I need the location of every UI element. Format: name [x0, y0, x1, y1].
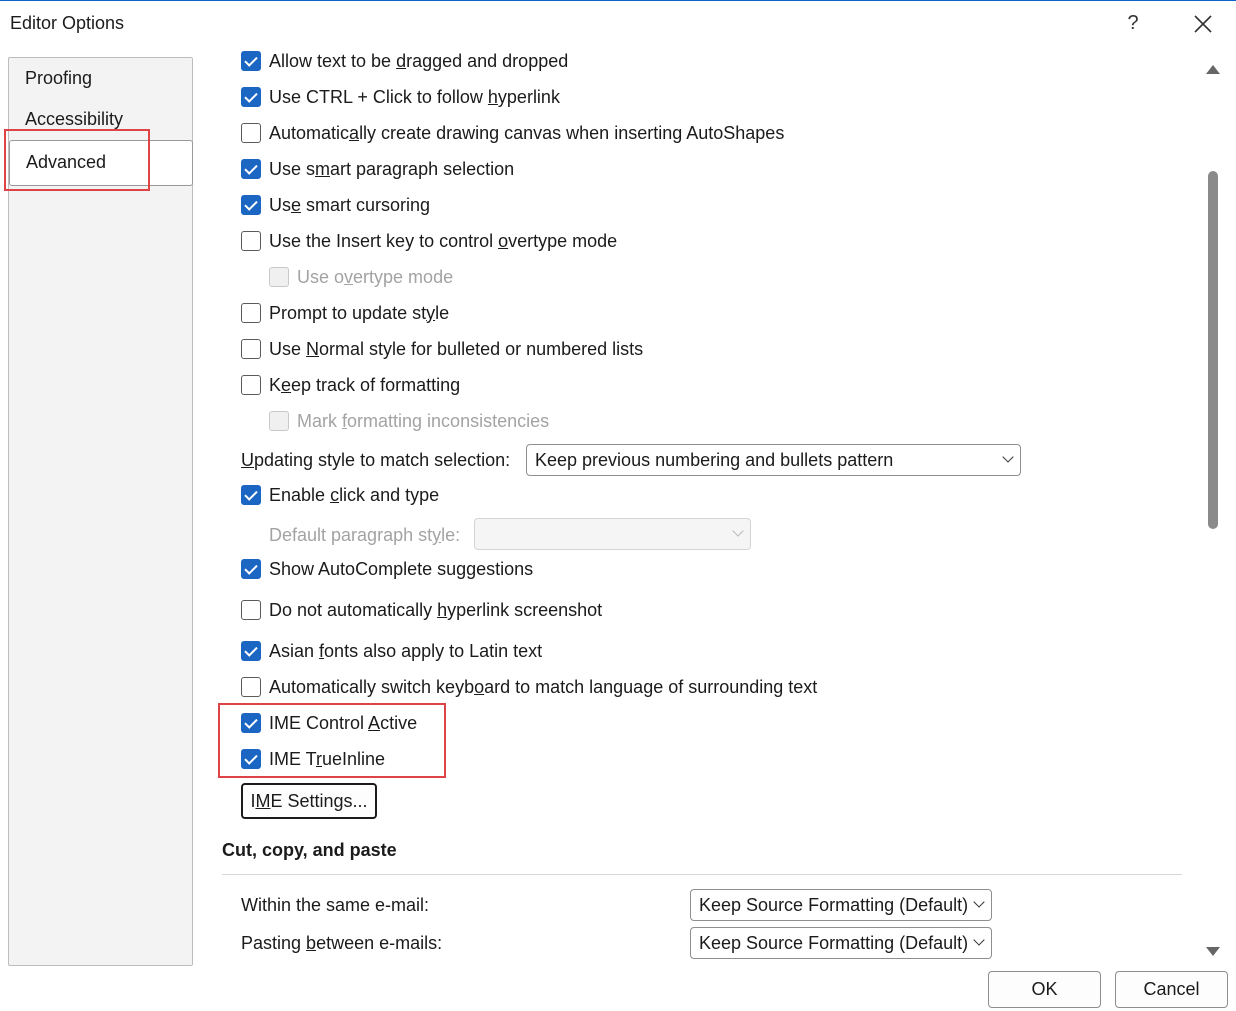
- checkbox[interactable]: [241, 339, 261, 359]
- option-switch-keyboard[interactable]: Automatically switch keyboard to match l…: [241, 675, 817, 699]
- option-autocomplete[interactable]: Show AutoComplete suggestions: [241, 557, 533, 581]
- same-email-label: Within the same e-mail:: [241, 895, 430, 915]
- checkbox[interactable]: [241, 159, 261, 179]
- option-click-and-type[interactable]: Enable click and type: [241, 483, 439, 507]
- close-button[interactable]: [1186, 7, 1220, 39]
- checkbox[interactable]: [241, 749, 261, 769]
- option-smart-paragraph[interactable]: Use smart paragraph selection: [241, 157, 514, 181]
- option-label: Use overtype mode: [297, 266, 454, 287]
- checkbox[interactable]: [241, 123, 261, 143]
- option-label: IME Control Active: [269, 712, 418, 733]
- options-panel: Allow text to be dragged and dropped Use…: [196, 45, 1200, 963]
- option-mark-inconsistencies: Mark formatting inconsistencies: [269, 409, 549, 433]
- updating-style-select[interactable]: Keep previous numbering and bullets patt…: [526, 444, 1021, 476]
- checkbox[interactable]: [241, 485, 261, 505]
- nav-item-proofing[interactable]: Proofing: [25, 68, 92, 89]
- select-value: Keep Source Formatting (Default): [699, 894, 969, 915]
- section-divider: [222, 874, 1182, 875]
- chevron-down-icon: [732, 525, 744, 537]
- option-label: Use CTRL + Click to follow hyperlink: [269, 86, 560, 107]
- option-label: Mark formatting inconsistencies: [297, 410, 550, 431]
- checkbox[interactable]: [241, 51, 261, 71]
- nav-item-advanced-label: Advanced: [26, 152, 107, 172]
- option-overtype-mode: Use overtype mode: [269, 265, 453, 289]
- chevron-down-icon: [973, 934, 985, 946]
- checkbox[interactable]: [241, 87, 261, 107]
- checkbox[interactable]: [241, 375, 261, 395]
- option-label: Automatically switch keyboard to match l…: [269, 676, 818, 697]
- editor-options-dialog: Editor Options ? Proofing Accessibility …: [0, 0, 1236, 1011]
- option-allow-drag[interactable]: Allow text to be dragged and dropped: [241, 49, 568, 73]
- option-ctrl-click[interactable]: Use CTRL + Click to follow hyperlink: [241, 85, 560, 109]
- option-label: Allow text to be dragged and dropped: [269, 50, 569, 71]
- option-asian-fonts[interactable]: Asian fonts also apply to Latin text: [241, 639, 542, 663]
- dialog-title: Editor Options: [10, 13, 125, 33]
- default-paragraph-style-select: [474, 518, 751, 550]
- option-insert-key[interactable]: Use the Insert key to control overtype m…: [241, 229, 617, 253]
- option-smart-cursoring[interactable]: Use smart cursoring: [241, 193, 430, 217]
- scrollbar-thumb[interactable]: [1208, 171, 1218, 529]
- scroll-down-arrow-icon[interactable]: [1206, 947, 1220, 956]
- between-emails-label: Pasting between e-mails:: [241, 933, 443, 953]
- option-label: Use smart paragraph selection: [269, 158, 515, 179]
- button-label: IME Settings...: [250, 790, 368, 811]
- nav-item-accessibility[interactable]: Accessibility: [25, 109, 123, 130]
- title-bar: Editor Options ?: [0, 1, 1236, 45]
- option-keep-track-formatting[interactable]: Keep track of formatting: [241, 373, 460, 397]
- checkbox[interactable]: [241, 559, 261, 579]
- section-title-cut-copy-paste: Cut, copy, and paste: [222, 840, 397, 860]
- updating-style-label: Updating style to match selection:: [241, 450, 511, 470]
- ok-button[interactable]: OK: [988, 971, 1101, 1008]
- option-no-hyperlink-screenshot[interactable]: Do not automatically hyperlink screensho…: [241, 598, 602, 622]
- option-prompt-update-style[interactable]: Prompt to update style: [241, 301, 449, 325]
- same-email-paste-select[interactable]: Keep Source Formatting (Default): [690, 889, 992, 921]
- close-icon: [1194, 15, 1212, 33]
- option-label: Do not automatically hyperlink screensho…: [269, 599, 603, 620]
- select-value: Keep previous numbering and bullets patt…: [535, 449, 894, 470]
- option-label: Automatically create drawing canvas when…: [269, 122, 785, 143]
- option-label: Show AutoComplete suggestions: [269, 558, 534, 579]
- option-label: Use the Insert key to control overtype m…: [269, 230, 618, 251]
- option-label: Prompt to update style: [269, 302, 450, 323]
- scroll-up-arrow-icon[interactable]: [1206, 65, 1220, 74]
- category-nav: Proofing Accessibility Advanced: [8, 57, 193, 966]
- option-ime-control-active[interactable]: IME Control Active: [241, 711, 417, 735]
- checkbox[interactable]: [241, 677, 261, 697]
- option-label: Asian fonts also apply to Latin text: [269, 640, 543, 661]
- chevron-down-icon: [1002, 451, 1014, 463]
- checkbox[interactable]: [241, 713, 261, 733]
- option-label: Keep track of formatting: [269, 374, 461, 395]
- option-ime-trueinline[interactable]: IME TrueInline: [241, 747, 385, 771]
- help-button[interactable]: ?: [1118, 7, 1148, 39]
- default-paragraph-style-label: Default paragraph style:: [269, 525, 461, 545]
- option-label: IME TrueInline: [269, 748, 386, 769]
- option-label: Enable click and type: [269, 484, 440, 505]
- ime-settings-button[interactable]: IME Settings...: [241, 783, 377, 819]
- option-label: Use Normal style for bulleted or numbere…: [269, 338, 644, 359]
- checkbox[interactable]: [241, 303, 261, 323]
- nav-item-advanced[interactable]: Advanced: [9, 140, 193, 186]
- option-drawing-canvas[interactable]: Automatically create drawing canvas when…: [241, 121, 784, 145]
- checkbox[interactable]: [241, 641, 261, 661]
- checkbox[interactable]: [241, 600, 261, 620]
- option-normal-style-lists[interactable]: Use Normal style for bulleted or numbere…: [241, 337, 643, 361]
- checkbox[interactable]: [241, 195, 261, 215]
- checkbox: [269, 267, 289, 287]
- checkbox[interactable]: [241, 231, 261, 251]
- chevron-down-icon: [973, 896, 985, 908]
- between-emails-paste-select[interactable]: Keep Source Formatting (Default): [690, 927, 992, 959]
- select-value: Keep Source Formatting (Default): [699, 932, 969, 953]
- option-label: Use smart cursoring: [269, 194, 431, 215]
- checkbox: [269, 411, 289, 431]
- cancel-button[interactable]: Cancel: [1115, 971, 1228, 1008]
